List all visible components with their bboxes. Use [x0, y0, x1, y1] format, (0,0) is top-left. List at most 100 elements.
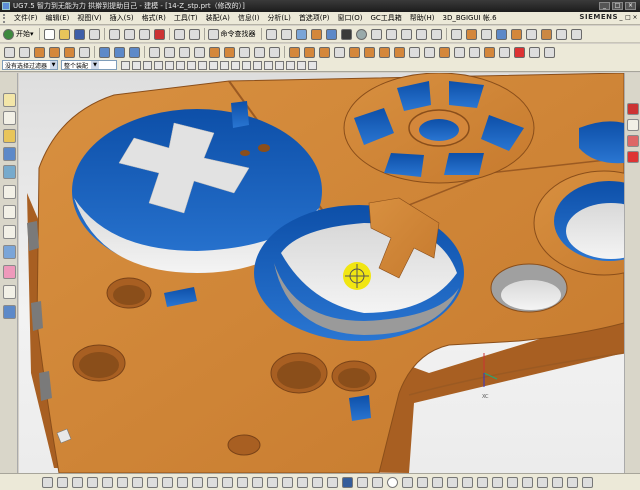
feature-button-27[interactable] — [408, 45, 421, 59]
snap-arc-icon[interactable] — [237, 476, 248, 488]
toolbar-button-p[interactable] — [495, 27, 508, 41]
toolbar-grip-icon[interactable] — [3, 13, 7, 23]
feature-button-20[interactable] — [303, 45, 316, 59]
snap-clear-icon[interactable] — [297, 60, 306, 70]
feature-button-14[interactable] — [208, 45, 221, 59]
menu-preferences[interactable]: 首选项(P) — [295, 13, 334, 23]
feature-button-29[interactable] — [438, 45, 451, 59]
dimension-tool-icon[interactable] — [552, 476, 563, 488]
snap-midpoint-icon[interactable] — [176, 60, 185, 70]
snap-control-point-icon[interactable] — [187, 60, 196, 70]
menu-window[interactable]: 窗口(O) — [334, 13, 367, 23]
menu-file[interactable]: 文件(F) — [10, 13, 42, 23]
circle-tool-icon[interactable] — [387, 476, 398, 488]
material-icon[interactable] — [627, 119, 639, 131]
feature-button-19[interactable] — [288, 45, 301, 59]
reuse-library-icon[interactable] — [3, 147, 16, 161]
start-button[interactable]: 开始▾ — [3, 27, 36, 41]
color-palette-icon[interactable] — [627, 103, 639, 115]
feature-button-21[interactable] — [318, 45, 331, 59]
feature-button-15[interactable] — [223, 45, 236, 59]
toolbar-button-e[interactable] — [325, 27, 338, 41]
feature-button-28[interactable] — [423, 45, 436, 59]
menu-view[interactable]: 视图(V) — [73, 13, 105, 23]
delete-button[interactable] — [153, 27, 166, 41]
feature-button-5[interactable] — [63, 45, 76, 59]
toolbar-button-r[interactable] — [525, 27, 538, 41]
system-scenes-icon[interactable] — [3, 285, 16, 299]
feature-button-6[interactable] — [78, 45, 91, 59]
point-tool-icon[interactable] — [447, 476, 458, 488]
menu-extra[interactable]: 3D_BGIGUI 帐.6 — [439, 13, 501, 23]
type-filter-dropdown[interactable]: 没有选择过滤器 ▼ — [2, 60, 58, 70]
rectangle-tool-icon[interactable] — [417, 476, 428, 488]
toolbar-button-j[interactable] — [400, 27, 413, 41]
feature-button-25[interactable] — [378, 45, 391, 59]
menu-assemblies[interactable]: 装配(A) — [202, 13, 234, 23]
fillet-tool-icon[interactable] — [507, 476, 518, 488]
snap-edge-icon[interactable] — [297, 476, 308, 488]
mirror-tool-icon[interactable] — [522, 476, 533, 488]
snap-dim-icon[interactable] — [357, 476, 368, 488]
filter-icon[interactable] — [132, 60, 141, 70]
feature-button-2[interactable] — [18, 45, 31, 59]
feature-button-1[interactable] — [3, 45, 16, 59]
menu-edit[interactable]: 编辑(E) — [42, 13, 74, 23]
visual-tools-icon[interactable] — [3, 305, 16, 319]
new-button[interactable] — [43, 27, 56, 41]
command-finder-button[interactable]: 命令查找器 — [207, 27, 258, 41]
snap-angle-icon[interactable] — [312, 476, 323, 488]
feature-button-30[interactable] — [453, 45, 466, 59]
feature-button-7[interactable] — [98, 45, 111, 59]
feature-button-26[interactable] — [393, 45, 406, 59]
snap-intersection-point-icon[interactable] — [177, 476, 188, 488]
feature-button-34[interactable] — [513, 45, 526, 59]
open-button[interactable] — [58, 27, 71, 41]
snap-vertex-icon[interactable] — [282, 476, 293, 488]
menu-gc-toolkit[interactable]: GC工具箱 — [366, 13, 405, 23]
menu-format[interactable]: 格式(R) — [138, 13, 170, 23]
paste-button[interactable] — [138, 27, 151, 41]
save-button[interactable] — [73, 27, 86, 41]
snap-grid-icon[interactable] — [132, 476, 143, 488]
line-tool-icon[interactable] — [402, 476, 413, 488]
snap-end-icon[interactable] — [57, 476, 68, 488]
menu-analysis[interactable]: 分析(L) — [263, 13, 294, 23]
roles-icon[interactable] — [3, 265, 16, 279]
toolbar-button-q[interactable] — [510, 27, 523, 41]
part-navigator-icon[interactable] — [3, 129, 16, 143]
toolbar-button-u[interactable] — [570, 27, 583, 41]
trim-tool-icon[interactable] — [477, 476, 488, 488]
toolbar-button-a[interactable] — [265, 27, 278, 41]
toolbar-button-l[interactable] — [430, 27, 443, 41]
feature-button-9[interactable] — [128, 45, 141, 59]
feature-button-13[interactable] — [193, 45, 206, 59]
toolbar-button-g[interactable] — [355, 27, 368, 41]
feature-button-16[interactable] — [238, 45, 251, 59]
snap-existing-icon[interactable] — [207, 476, 218, 488]
toolbar-button-n[interactable] — [465, 27, 478, 41]
offset-tool-icon[interactable] — [462, 476, 473, 488]
copy-button[interactable] — [123, 27, 136, 41]
constraint-navigator-icon[interactable] — [3, 111, 16, 125]
toolbar-button-b[interactable] — [280, 27, 293, 41]
feature-button-23[interactable] — [348, 45, 361, 59]
redo-button[interactable] — [188, 27, 201, 41]
snap-on-face-icon[interactable] — [162, 476, 173, 488]
feature-button-8[interactable] — [113, 45, 126, 59]
snap-pole-point-icon[interactable] — [252, 476, 263, 488]
toolbar-button-d[interactable] — [310, 27, 323, 41]
pattern-tool-icon[interactable] — [537, 476, 548, 488]
print-button[interactable] — [88, 27, 101, 41]
process-studio-icon[interactable] — [3, 225, 16, 239]
undo-button[interactable] — [173, 27, 186, 41]
feature-button-4[interactable] — [48, 45, 61, 59]
feature-button-18[interactable] — [268, 45, 281, 59]
selection-scope-dropdown[interactable]: 整个装配 ▼ — [61, 60, 117, 70]
snap-point-icon[interactable] — [42, 476, 53, 488]
toolbar-button-o[interactable] — [480, 27, 493, 41]
snap-bound-icon[interactable] — [267, 476, 278, 488]
constraint-tool-icon[interactable] — [567, 476, 578, 488]
snap-tangent-icon[interactable] — [102, 476, 113, 488]
feature-button-36[interactable] — [543, 45, 556, 59]
